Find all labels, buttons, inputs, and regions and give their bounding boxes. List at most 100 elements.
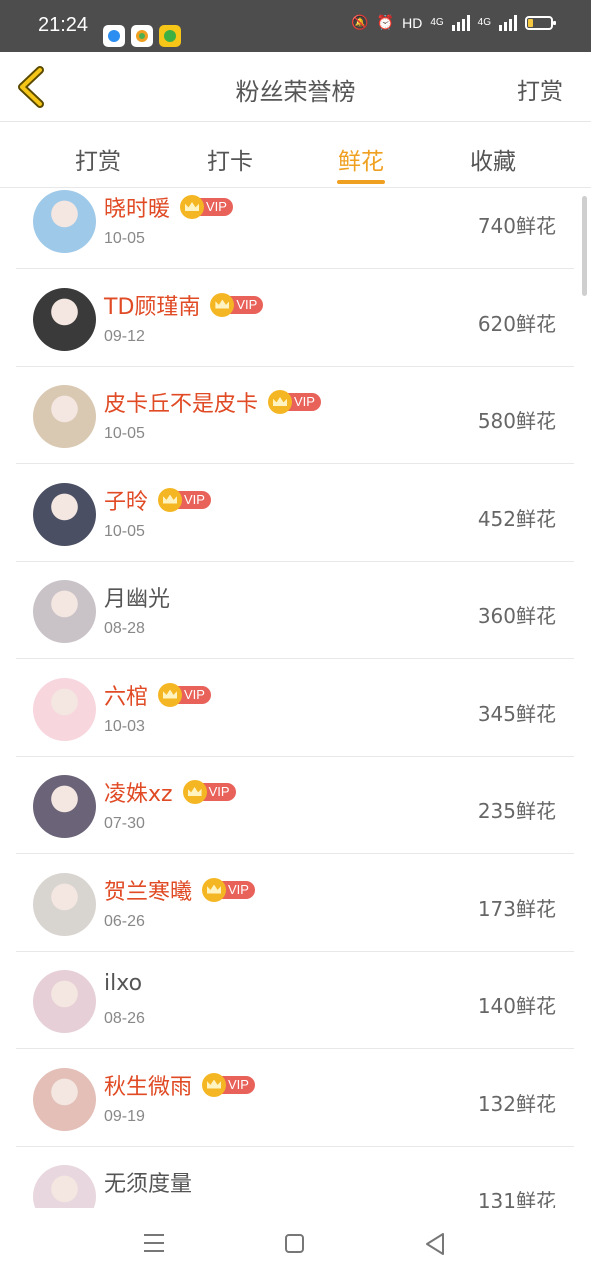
scrollbar[interactable] [582,196,587,296]
active-tab-indicator [337,180,385,184]
name-line: 晓时暖 VIP [104,191,233,223]
avatar[interactable] [33,677,96,741]
user-name[interactable]: TD顾瑾南 [104,289,200,321]
app-notification-icon [159,25,181,47]
system-nav-bar [0,1208,591,1280]
user-name[interactable]: 月幽光 [104,581,170,613]
back-triangle-icon[interactable] [424,1232,446,1256]
signal-label: 4G [430,17,444,28]
crown-icon [158,487,183,512]
vip-badge: VIP [180,195,233,219]
app-notification-icon [131,25,153,47]
list-item[interactable]: 子昤 VIP 10-05 452鲜花 [16,465,574,562]
avatar[interactable] [33,775,96,838]
name-line: 子昤 VIP [104,484,211,516]
flower-count: 620鲜花 [477,311,556,336]
name-line: 秋生微雨 VIP [104,1069,255,1101]
signal-icon [499,14,517,31]
user-name[interactable]: 凌姝xz [104,776,173,808]
crown-icon [202,1072,227,1097]
name-line: 贺兰寒曦 VIP [104,874,255,906]
date-label: 10-03 [104,717,145,735]
home-icon[interactable] [285,1234,304,1253]
date-label: 06-26 [104,912,145,930]
tab-checkin[interactable]: 打卡 [185,142,275,176]
date-label: 10-05 [104,230,145,247]
user-name[interactable]: 晓时暖 [104,191,170,223]
tab-favorites[interactable]: 收藏 [448,142,538,176]
date-label: 09-19 [104,1107,145,1125]
list-item[interactable]: 晓时暖 VIP 10-05 740鲜花 [16,188,574,269]
user-name[interactable]: 六棺 [104,679,148,711]
name-line: TD顾瑾南 VIP [104,289,264,321]
flower-count: 140鲜花 [477,994,556,1018]
user-name[interactable]: 子昤 [104,484,148,516]
vibrate-icon: 🔕 [351,14,369,30]
flower-count: 740鲜花 [477,214,556,238]
avatar[interactable] [33,190,96,253]
fan-ranking-list: 晓时暖 VIP 10-05 740鲜花 TD顾瑾南 VIP 09-12 620鲜花 皮卡丘不是皮… [0,188,591,1208]
page-title: 粉丝荣誉榜 [235,78,356,106]
menu-icon[interactable] [144,1234,164,1252]
list-item[interactable]: 月幽光 08-28 360鲜花 [16,562,574,659]
crown-icon [268,390,293,414]
status-time: 21:24 [38,14,89,36]
list-item[interactable]: 无须度量 131鲜花 [16,1147,574,1208]
flower-count: 345鲜花 [477,701,556,726]
list-item[interactable]: TD顾瑾南 VIP 09-12 620鲜花 [16,270,574,367]
signal-icon [451,14,470,31]
flower-count: 132鲜花 [477,1091,556,1116]
name-line: 月幽光 [104,581,170,613]
user-name[interactable]: 皮卡丘不是皮卡 [104,386,258,418]
vip-badge: VIP [158,682,211,707]
tab-flowers[interactable]: 鲜花 [316,142,406,176]
vip-badge: VIP [182,780,236,804]
flower-count: 360鲜花 [477,604,556,628]
avatar[interactable] [33,872,96,936]
date-label: 07-30 [104,815,145,832]
name-line: 皮卡丘不是皮卡 VIP [104,386,321,418]
list-item[interactable]: 凌姝xz VIP 07-30 235鲜花 [16,757,574,854]
list-item[interactable]: 秋生微雨 VIP 09-19 132鲜花 [16,1050,574,1147]
name-line: 无须度量 [104,1166,192,1198]
avatar[interactable] [33,287,96,351]
name-line: 凌姝xz VIP [104,776,236,808]
flower-count: 235鲜花 [477,799,556,823]
vip-badge: VIP [158,487,211,512]
header: 粉丝荣誉榜 打赏 [0,52,591,122]
crown-icon [210,292,235,317]
name-line: ilxo [104,971,142,996]
avatar[interactable] [33,1067,96,1131]
user-name[interactable]: 秋生微雨 [104,1069,192,1101]
status-bar: 21:24 🔕 ⏰ HD 4G 4G [0,0,591,52]
battery-icon [525,15,556,30]
crown-icon [180,195,205,219]
list-item[interactable]: 皮卡丘不是皮卡 VIP 10-05 580鲜花 [16,367,574,464]
hd-label: HD [402,14,423,31]
list-item[interactable]: 六棺 VIP 10-03 345鲜花 [16,660,574,757]
flower-count: 173鲜花 [477,896,556,921]
date-label: 10-05 [104,522,145,540]
flower-count: 452鲜花 [477,506,556,531]
tab-reward[interactable]: 打赏 [53,142,143,176]
tab-bar: 打赏 打卡 鲜花 收藏 [0,122,591,188]
avatar[interactable] [33,580,96,643]
avatar[interactable] [33,970,96,1033]
date-label: 09-12 [104,327,145,345]
user-name[interactable]: ilxo [104,971,142,996]
reward-button[interactable]: 打赏 [517,72,563,106]
user-name[interactable]: 贺兰寒曦 [104,874,192,906]
vip-badge: VIP [268,390,321,414]
crown-icon [158,682,183,707]
avatar[interactable] [33,1165,96,1208]
flower-count: 131鲜花 [477,1189,556,1208]
avatar[interactable] [33,385,96,448]
list-item[interactable]: 贺兰寒曦 VIP 06-26 173鲜花 [16,855,574,952]
list-item[interactable]: ilxo 08-26 140鲜花 [16,952,574,1049]
signal-label: 4G [477,17,491,28]
crown-icon [182,780,207,804]
date-label: 08-28 [104,620,145,637]
avatar[interactable] [33,482,96,546]
name-line: 六棺 VIP [104,679,211,711]
user-name[interactable]: 无须度量 [104,1166,192,1198]
